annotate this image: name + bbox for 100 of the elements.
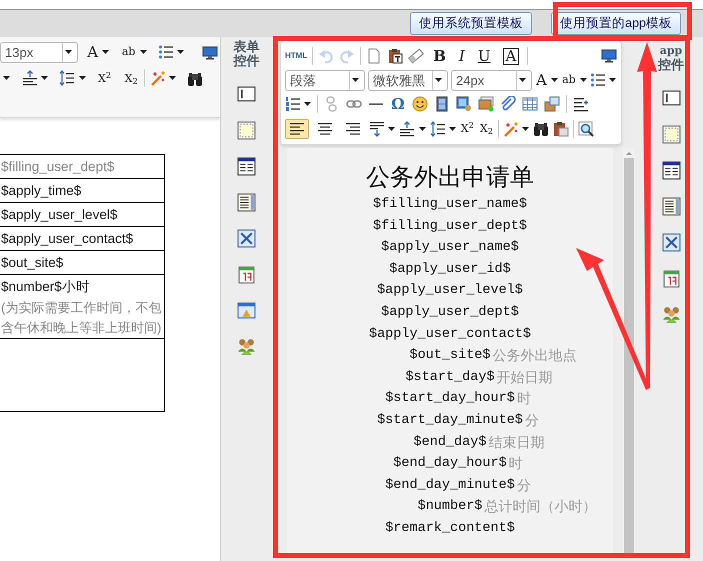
align-right-icon[interactable] — [345, 121, 361, 137]
caret-icon[interactable] — [304, 102, 312, 106]
list-view-icon[interactable] — [662, 197, 680, 216]
text-box[interactable] — [0, 0, 703, 10]
list-control-icon[interactable] — [662, 161, 680, 180]
binoculars-icon[interactable] — [533, 121, 550, 137]
calendar-icon[interactable] — [237, 265, 256, 284]
template-variable: $end_day$ — [414, 434, 486, 452]
table-cell: $filling_user_dept$ — [0, 154, 164, 178]
text-area-icon[interactable] — [237, 121, 256, 140]
checkbox-icon[interactable] — [662, 233, 680, 252]
list-control-icon[interactable] — [237, 157, 256, 176]
highlight-button[interactable]: ab — [120, 43, 136, 61]
line-height-icon[interactable] — [430, 121, 446, 137]
caret-icon[interactable] — [140, 50, 147, 54]
caret-icon[interactable] — [551, 78, 558, 82]
superscript-button[interactable]: X$^{2}$ — [460, 120, 475, 138]
calendar-icon[interactable] — [662, 269, 680, 288]
align-left-icon[interactable] — [289, 121, 305, 137]
paragraph-spacing-icon[interactable] — [399, 121, 416, 137]
caret-icon[interactable] — [102, 50, 110, 54]
highlight-button[interactable]: ab — [561, 71, 577, 89]
line-height-icon[interactable] — [59, 70, 76, 86]
bullet-list-icon[interactable] — [158, 44, 174, 60]
text-area-icon[interactable] — [662, 125, 680, 144]
superscript-button[interactable]: X$^{2}$ — [97, 72, 112, 85]
images-icon[interactable] — [478, 96, 494, 112]
paragraph-select[interactable]: 段落 — [285, 70, 365, 90]
template-button[interactable]: 使用系统预置模板 — [410, 12, 532, 35]
caret-icon[interactable] — [177, 50, 184, 54]
smiley-icon[interactable] — [412, 96, 428, 112]
paperclip-icon[interactable] — [500, 96, 516, 112]
template-button[interactable]: 使用预置的app模板 — [551, 12, 681, 35]
caret-icon[interactable] — [168, 76, 176, 80]
caret-icon[interactable] — [64, 50, 72, 54]
app-controls-prefix: app — [660, 44, 682, 58]
font-color-button[interactable]: A — [535, 71, 548, 89]
caret-icon[interactable] — [609, 78, 616, 82]
checkbox-icon[interactable] — [237, 229, 256, 248]
magic-wand-icon[interactable] — [502, 121, 519, 137]
template-variable: $filling_user_name$ — [373, 196, 527, 214]
text-field-icon[interactable] — [237, 85, 256, 104]
magic-wand-icon[interactable] — [150, 70, 166, 86]
window-icon[interactable] — [237, 301, 256, 320]
font-size-select[interactable]: 24px — [451, 70, 532, 90]
preview-icon[interactable] — [578, 121, 594, 137]
picture-icon[interactable] — [544, 96, 560, 112]
document-title: 公务外出申请单 — [365, 163, 535, 193]
monitor-icon[interactable] — [601, 48, 617, 64]
template-variable: $apply_user_contact$ — [368, 326, 532, 344]
outlined-letter-button[interactable]: A — [502, 48, 520, 64]
image-icon[interactable] — [456, 96, 472, 112]
table-icon[interactable] — [522, 96, 538, 112]
caret-icon[interactable] — [388, 127, 396, 131]
monitor-icon[interactable] — [202, 44, 218, 61]
numbered-list-icon[interactable] — [285, 96, 301, 112]
align-left-button[interactable] — [285, 119, 309, 139]
font-size-select[interactable]: 13px — [0, 42, 78, 62]
caret-icon[interactable] — [40, 76, 48, 80]
scrollbar[interactable] — [623, 148, 635, 555]
caret-icon[interactable] — [518, 78, 526, 82]
paragraph-spacing-icon[interactable] — [369, 121, 385, 137]
caret-icon[interactable] — [352, 78, 358, 82]
font-family-select[interactable]: 微软雅黑 — [368, 70, 448, 90]
template-variable: $start_day_hour$ — [385, 390, 515, 408]
film-icon[interactable] — [434, 96, 450, 112]
font-color-button[interactable]: A — [86, 43, 100, 61]
clipboard-icon[interactable] — [553, 121, 570, 137]
bold-button[interactable]: B — [432, 47, 447, 65]
bullet-list-icon[interactable] — [590, 72, 606, 88]
people-icon[interactable] — [237, 337, 256, 356]
template-variable: $end_day_hour$ — [393, 455, 507, 474]
underline-button[interactable]: U — [476, 47, 492, 65]
people-icon[interactable] — [662, 305, 680, 324]
italic-button[interactable]: I — [458, 47, 466, 65]
html-source-button[interactable]: HTML — [285, 50, 308, 62]
template-variable: $out_site$ — [409, 347, 490, 366]
caret-icon[interactable] — [418, 127, 426, 131]
binoculars-icon[interactable] — [187, 70, 204, 87]
caret-icon[interactable] — [78, 76, 86, 80]
subscript-button[interactable]: X$_{2}$ — [478, 120, 494, 138]
table-cell: $number$小时 (为实际需要工作时间，不包含午休和晚上等非上班时间) — [0, 274, 164, 338]
special-character-button[interactable]: Ω — [390, 95, 406, 113]
text-field-icon[interactable] — [662, 89, 680, 108]
caret-icon[interactable] — [448, 127, 456, 131]
list-view-icon[interactable] — [237, 193, 256, 212]
caret-icon[interactable] — [3, 76, 10, 80]
caret-icon[interactable] — [580, 78, 587, 82]
template-variable: $number$ — [418, 498, 482, 516]
caret-icon[interactable] — [522, 127, 530, 131]
variable-caption: 公务外出地点 — [492, 346, 578, 366]
align-center-icon[interactable] — [317, 121, 333, 137]
paste-text-icon[interactable] — [387, 48, 404, 64]
subscript-button[interactable]: X$_{2}$ — [124, 72, 139, 85]
variable-caption: 时 — [508, 454, 524, 474]
paragraph-spacing-icon[interactable] — [22, 70, 38, 86]
template-variable: $apply_user_name$ — [381, 239, 519, 258]
page-break-icon[interactable] — [572, 96, 589, 112]
new-document-icon[interactable] — [366, 48, 382, 64]
caret-icon[interactable] — [434, 78, 442, 82]
